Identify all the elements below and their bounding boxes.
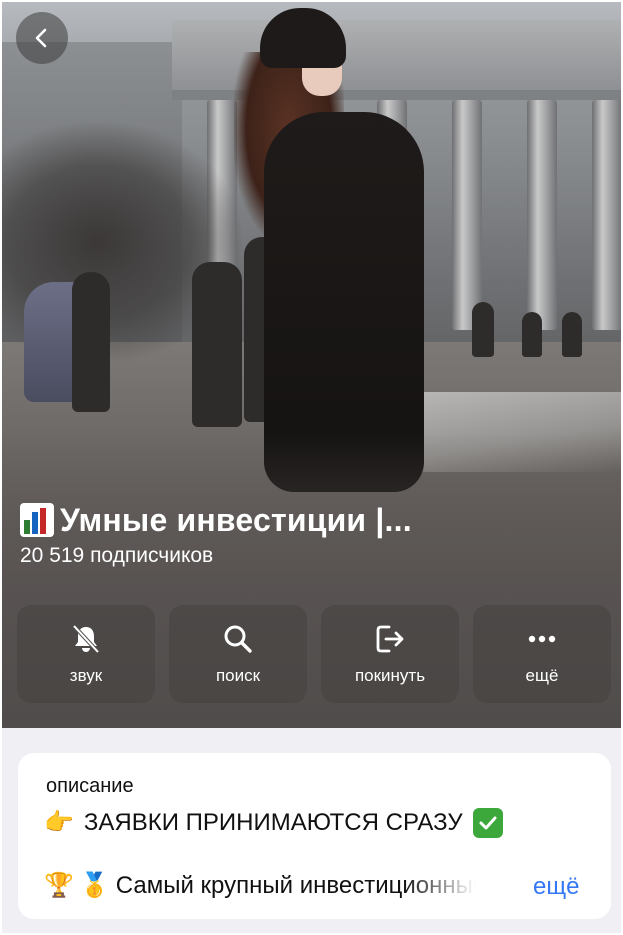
description-label: описание <box>46 775 134 797</box>
trophy-icon: 🏆 <box>44 872 74 899</box>
channel-title-text: Умные инвестиции |... <box>60 501 412 538</box>
channel-title: Умные инвестиции |... <box>20 497 610 543</box>
more-button[interactable]: ещё <box>473 605 611 703</box>
back-button[interactable] <box>16 12 68 64</box>
description-line-1: 👉 ЗАЯВКИ ПРИНИМАЮТСЯ СРАЗУ <box>44 805 503 841</box>
description-line-2: 🏆 🥇 Самый крупный инвестиционный <box>44 868 584 904</box>
channel-profile-screen: Умные инвестиции |... 20 519 подписчиков… <box>2 2 621 933</box>
subscriber-count: 20 519 подписчиков <box>20 544 214 567</box>
more-button-label: ещё <box>525 666 559 685</box>
description-line-1-text: ЗАЯВКИ ПРИНИМАЮТСЯ СРАЗУ <box>83 809 463 836</box>
description-line-2-text: Самый крупный инвестиционный <box>115 872 476 899</box>
medal-icon: 🥇 <box>79 872 110 899</box>
pointing-hand-icon: 👉 <box>44 809 74 836</box>
chevron-left-icon <box>35 28 47 48</box>
more-dots-icon <box>528 635 556 643</box>
search-button[interactable]: поиск <box>169 605 307 703</box>
leave-button-label: покинуть <box>354 666 426 685</box>
search-button-label: поиск <box>215 666 261 685</box>
action-bar: звук поиск покинуть ещё <box>17 605 613 703</box>
leave-button[interactable]: покинуть <box>321 605 459 703</box>
search-icon <box>224 625 252 653</box>
leave-icon <box>376 625 404 653</box>
show-more-link[interactable]: ещё <box>533 873 579 901</box>
description-card: описание 👉 ЗАЯВКИ ПРИНИМАЮТСЯ СРАЗУ 🏆 🥇 … <box>18 753 611 919</box>
mute-button[interactable]: звук <box>17 605 155 703</box>
check-mark-icon <box>472 808 503 838</box>
mute-button-label: звук <box>69 666 103 685</box>
bar-chart-icon <box>20 503 54 537</box>
bell-slash-icon <box>72 624 100 654</box>
